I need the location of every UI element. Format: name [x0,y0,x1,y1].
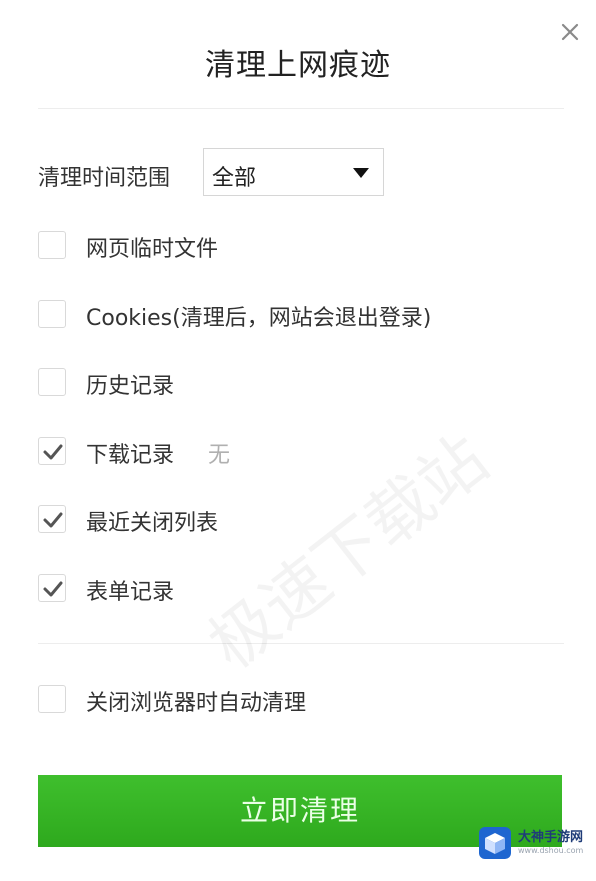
close-icon [561,23,579,41]
time-range-select[interactable]: 全部 [203,148,384,196]
checkbox-downloads[interactable] [38,437,66,465]
logo-name: 大神手游网 [518,830,584,845]
middle-divider [38,643,564,644]
checkbox-form-data[interactable] [38,574,66,602]
check-icon [43,512,63,528]
check-icon [43,444,63,460]
top-divider [38,108,564,109]
site-logo: 大神手游网 www.dshou.com [478,822,592,862]
option-label: 表单记录 [86,580,175,605]
dialog-title: 清理上网痕迹 [205,48,391,83]
auto-clean-label: 关闭浏览器时自动清理 [86,691,307,716]
checkbox-temp-files[interactable] [38,231,66,259]
check-icon [43,581,63,597]
downloads-count: 无 [208,443,231,468]
checkbox-history[interactable] [38,368,66,396]
checkbox-auto-clean[interactable] [38,685,66,713]
option-label: Cookies(清理后，网站会退出登录) [86,306,432,331]
option-label: 下载记录 [86,443,175,468]
logo-url: www.dshou.com [518,846,584,855]
option-label: 最近关闭列表 [86,511,219,536]
watermark: 极速下载站 [185,409,504,688]
time-range-label: 清理时间范围 [38,166,171,191]
option-label: 历史记录 [86,374,175,399]
checkbox-cookies[interactable] [38,300,66,328]
close-button[interactable] [556,18,584,46]
option-label: 网页临时文件 [86,237,219,262]
checkbox-recently-closed[interactable] [38,505,66,533]
time-range-value: 全部 [212,166,257,191]
dropdown-arrow-icon [353,168,369,178]
clear-traces-dialog: 清理上网痕迹 清理时间范围 全部 网页临时文件 Cookies(清理后，网站会退… [0,0,596,881]
cube-logo-icon [479,827,511,859]
